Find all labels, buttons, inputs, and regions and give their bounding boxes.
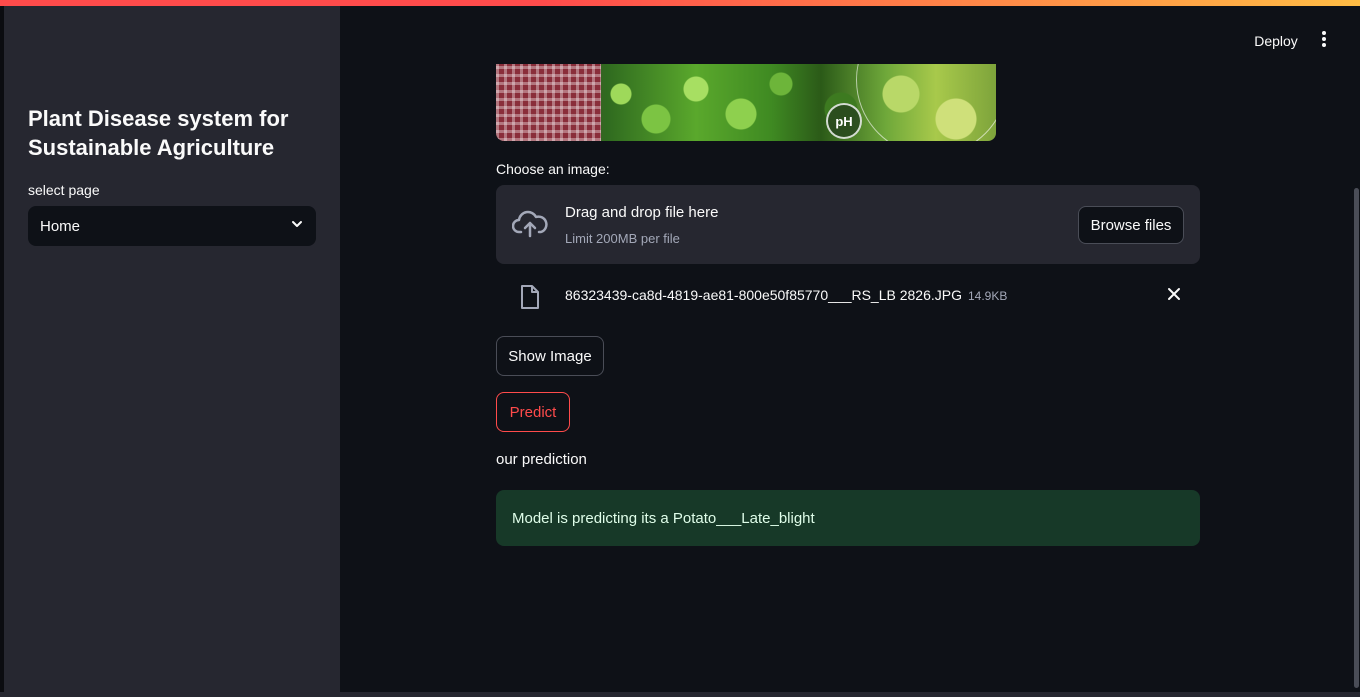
page-select[interactable]: Home bbox=[28, 206, 316, 246]
prediction-heading: our prediction bbox=[496, 451, 587, 468]
uploaded-file-name: 86323439-ca8d-4819-ae81-800e50f85770___R… bbox=[565, 287, 962, 303]
file-icon bbox=[520, 284, 540, 310]
show-image-button[interactable]: Show Image bbox=[496, 336, 604, 376]
dropzone-limit: Limit 200MB per file bbox=[565, 231, 680, 246]
uploaded-file-info: 86323439-ca8d-4819-ae81-800e50f85770___R… bbox=[565, 287, 1007, 303]
dropzone-title: Drag and drop file here bbox=[565, 204, 719, 221]
sidebar: Plant Disease system for Sustainable Agr… bbox=[4, 6, 340, 692]
banner-arc bbox=[856, 64, 996, 141]
page-select-value: Home bbox=[40, 217, 81, 235]
upload-label: Choose an image: bbox=[496, 161, 610, 177]
ph-badge: pH bbox=[826, 103, 862, 139]
deploy-button[interactable]: Deploy bbox=[1245, 28, 1307, 54]
cloud-upload-icon bbox=[511, 208, 548, 240]
uploaded-file-row: 86323439-ca8d-4819-ae81-800e50f85770___R… bbox=[496, 280, 1200, 312]
remove-file-button[interactable] bbox=[1164, 286, 1184, 306]
sidebar-title: Plant Disease system for Sustainable Agr… bbox=[28, 106, 289, 160]
close-icon bbox=[1167, 287, 1181, 306]
top-accent-bar bbox=[0, 0, 1360, 6]
select-page-label: select page bbox=[28, 182, 100, 198]
predict-button[interactable]: Predict bbox=[496, 392, 570, 432]
banner-image: pH bbox=[496, 64, 996, 141]
main-menu-button[interactable] bbox=[1312, 28, 1336, 54]
chevron-down-icon bbox=[290, 217, 304, 235]
prediction-result-alert: Model is predicting its a Potato___Late_… bbox=[496, 490, 1200, 546]
vertical-dots-icon bbox=[1321, 30, 1327, 52]
browse-files-button[interactable]: Browse files bbox=[1078, 206, 1184, 244]
scrollbar-thumb[interactable] bbox=[1354, 188, 1359, 688]
uploaded-file-size: 14.9KB bbox=[968, 289, 1008, 303]
banner-shirt bbox=[496, 64, 601, 141]
prediction-result-text: Model is predicting its a Potato___Late_… bbox=[512, 509, 815, 527]
file-dropzone[interactable]: Drag and drop file here Limit 200MB per … bbox=[496, 185, 1200, 264]
window-frame-bottom bbox=[0, 692, 1360, 697]
